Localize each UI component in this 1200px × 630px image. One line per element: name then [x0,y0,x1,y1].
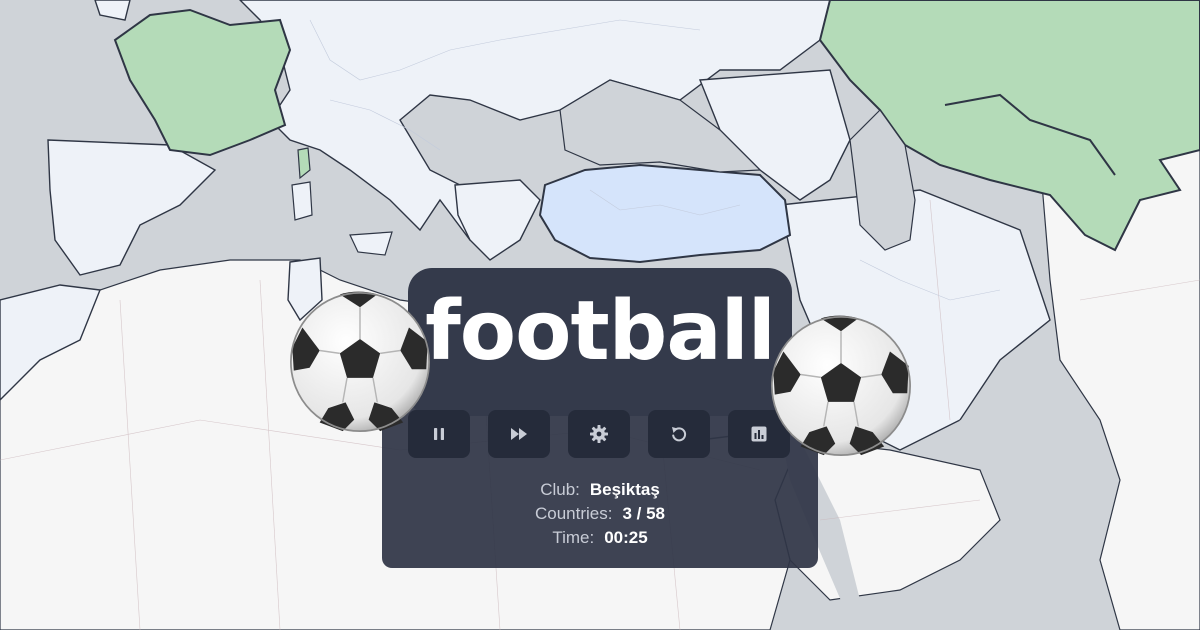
topic-word: football [425,284,776,379]
countries-label: Countries: [534,504,613,523]
time-label: Time: [552,528,595,547]
club-row: Club: Beşiktaş [382,478,818,502]
time-row: Time: 00:25 [382,526,818,550]
settings-button[interactable] [568,410,630,458]
restart-button[interactable] [648,410,710,458]
countries-value: 3 / 58 [622,504,666,523]
fast-forward-icon [511,428,527,440]
club-label: Club: [540,480,580,499]
pause-icon [434,428,444,440]
bar-chart-icon [751,426,767,442]
restart-icon [672,427,687,442]
countries-row: Countries: 3 / 58 [382,502,818,526]
club-value: Beşiktaş [589,480,660,499]
skip-button[interactable] [488,410,550,458]
game-stats: Club: Beşiktaş Countries: 3 / 58 Time: 00:2… [382,478,818,550]
control-buttons [408,410,792,458]
land-sardinia[interactable] [291,181,313,221]
country-turkey[interactable] [538,163,792,264]
gear-icon [590,425,608,443]
soccer-ball-icon [290,291,430,432]
time-value: 00:25 [604,528,648,547]
soccer-ball-icon [771,315,911,456]
